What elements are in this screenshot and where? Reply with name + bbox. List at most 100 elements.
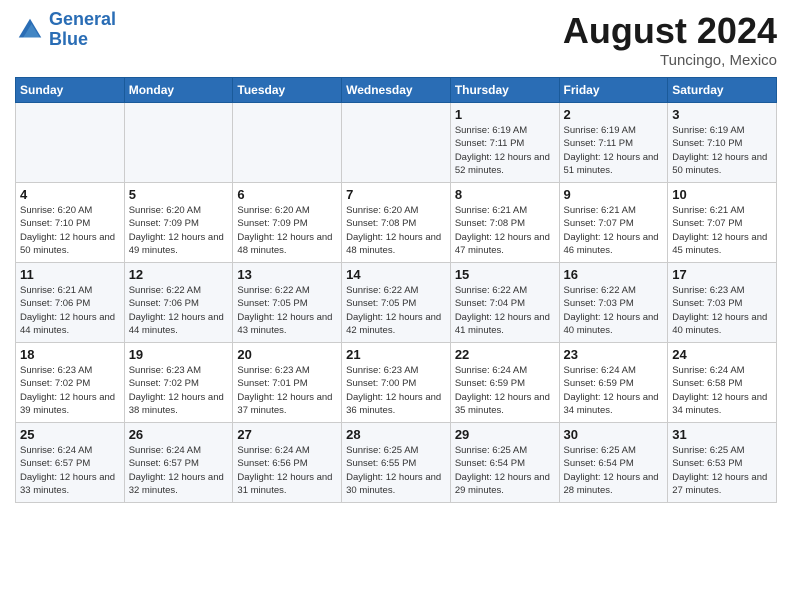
day-info: Sunrise: 6:20 AM Sunset: 7:09 PM Dayligh… — [237, 204, 337, 257]
day-info: Sunrise: 6:24 AM Sunset: 6:59 PM Dayligh… — [455, 364, 555, 417]
calendar-cell: 18 Sunrise: 6:23 AM Sunset: 7:02 PM Dayli… — [16, 343, 125, 423]
day-number: 14 — [346, 267, 446, 282]
calendar-cell: 22 Sunrise: 6:24 AM Sunset: 6:59 PM Dayli… — [450, 343, 559, 423]
calendar-cell: 29 Sunrise: 6:25 AM Sunset: 6:54 PM Dayli… — [450, 423, 559, 503]
day-number: 15 — [455, 267, 555, 282]
header-row: SundayMondayTuesdayWednesdayThursdayFrid… — [16, 78, 777, 103]
calendar-cell: 12 Sunrise: 6:22 AM Sunset: 7:06 PM Dayli… — [124, 263, 233, 343]
calendar-cell: 4 Sunrise: 6:20 AM Sunset: 7:10 PM Daylig… — [16, 183, 125, 263]
day-info: Sunrise: 6:19 AM Sunset: 7:10 PM Dayligh… — [672, 124, 772, 177]
column-header-saturday: Saturday — [668, 78, 777, 103]
day-info: Sunrise: 6:20 AM Sunset: 7:08 PM Dayligh… — [346, 204, 446, 257]
day-number: 20 — [237, 347, 337, 362]
calendar-cell: 8Sunrise: 6:21 AM Sunset: 7:08 PM Daylig… — [450, 183, 559, 263]
day-number: 2 — [564, 107, 664, 122]
calendar-cell: 30 Sunrise: 6:25 AM Sunset: 6:54 PM Dayli… — [559, 423, 668, 503]
day-info: Sunrise: 6:20 AM Sunset: 7:10 PM Dayligh… — [20, 204, 120, 257]
month-title: August 2024 — [563, 10, 777, 52]
day-number: 7 — [346, 187, 446, 202]
calendar-cell: 19 Sunrise: 6:23 AM Sunset: 7:02 PM Dayli… — [124, 343, 233, 423]
day-info: Sunrise: 6:23 AM Sunset: 7:03 PM Dayligh… — [672, 284, 772, 337]
week-row-4: 18 Sunrise: 6:23 AM Sunset: 7:02 PM Dayli… — [16, 343, 777, 423]
day-number: 18 — [20, 347, 120, 362]
day-info: Sunrise: 6:23 AM Sunset: 7:02 PM Dayligh… — [20, 364, 120, 417]
week-row-2: 4 Sunrise: 6:20 AM Sunset: 7:10 PM Daylig… — [16, 183, 777, 263]
day-number: 6 — [237, 187, 337, 202]
calendar-cell: 6 Sunrise: 6:20 AM Sunset: 7:09 PM Daylig… — [233, 183, 342, 263]
calendar-cell: 23Sunrise: 6:24 AM Sunset: 6:59 PM Dayli… — [559, 343, 668, 423]
day-number: 4 — [20, 187, 120, 202]
day-number: 19 — [129, 347, 229, 362]
day-info: Sunrise: 6:24 AM Sunset: 6:57 PM Dayligh… — [20, 444, 120, 497]
day-number: 8 — [455, 187, 555, 202]
title-block: August 2024 Tuncingo, Mexico — [563, 10, 777, 69]
day-number: 21 — [346, 347, 446, 362]
column-header-tuesday: Tuesday — [233, 78, 342, 103]
calendar-cell: 9 Sunrise: 6:21 AM Sunset: 7:07 PM Daylig… — [559, 183, 668, 263]
day-number: 11 — [20, 267, 120, 282]
column-header-friday: Friday — [559, 78, 668, 103]
calendar-cell: 3 Sunrise: 6:19 AM Sunset: 7:10 PM Daylig… — [668, 103, 777, 183]
day-info: Sunrise: 6:25 AM Sunset: 6:53 PM Dayligh… — [672, 444, 772, 497]
calendar-header: SundayMondayTuesdayWednesdayThursdayFrid… — [16, 78, 777, 103]
day-number: 3 — [672, 107, 772, 122]
calendar-cell — [233, 103, 342, 183]
calendar-cell: 2Sunrise: 6:19 AM Sunset: 7:11 PM Daylig… — [559, 103, 668, 183]
calendar-cell: 5Sunrise: 6:20 AM Sunset: 7:09 PM Daylig… — [124, 183, 233, 263]
day-info: Sunrise: 6:22 AM Sunset: 7:05 PM Dayligh… — [237, 284, 337, 337]
day-info: Sunrise: 6:25 AM Sunset: 6:54 PM Dayligh… — [564, 444, 664, 497]
calendar-cell: 24Sunrise: 6:24 AM Sunset: 6:58 PM Dayli… — [668, 343, 777, 423]
day-info: Sunrise: 6:24 AM Sunset: 6:56 PM Dayligh… — [237, 444, 337, 497]
day-number: 10 — [672, 187, 772, 202]
day-number: 27 — [237, 427, 337, 442]
day-info: Sunrise: 6:23 AM Sunset: 7:02 PM Dayligh… — [129, 364, 229, 417]
calendar-cell: 17Sunrise: 6:23 AM Sunset: 7:03 PM Dayli… — [668, 263, 777, 343]
day-info: Sunrise: 6:21 AM Sunset: 7:07 PM Dayligh… — [564, 204, 664, 257]
day-info: Sunrise: 6:19 AM Sunset: 7:11 PM Dayligh… — [455, 124, 555, 177]
day-info: Sunrise: 6:20 AM Sunset: 7:09 PM Dayligh… — [129, 204, 229, 257]
day-number: 25 — [20, 427, 120, 442]
day-number: 13 — [237, 267, 337, 282]
day-info: Sunrise: 6:22 AM Sunset: 7:03 PM Dayligh… — [564, 284, 664, 337]
day-number: 22 — [455, 347, 555, 362]
day-info: Sunrise: 6:23 AM Sunset: 7:01 PM Dayligh… — [237, 364, 337, 417]
calendar-cell: 21Sunrise: 6:23 AM Sunset: 7:00 PM Dayli… — [342, 343, 451, 423]
calendar-cell: 14 Sunrise: 6:22 AM Sunset: 7:05 PM Dayli… — [342, 263, 451, 343]
page-header: General Blue August 2024 Tuncingo, Mexic… — [15, 10, 777, 69]
day-number: 24 — [672, 347, 772, 362]
day-number: 26 — [129, 427, 229, 442]
logo-text: General Blue — [49, 10, 116, 50]
week-row-5: 25 Sunrise: 6:24 AM Sunset: 6:57 PM Dayli… — [16, 423, 777, 503]
calendar-cell: 11Sunrise: 6:21 AM Sunset: 7:06 PM Dayli… — [16, 263, 125, 343]
calendar-cell — [342, 103, 451, 183]
calendar-cell: 13 Sunrise: 6:22 AM Sunset: 7:05 PM Dayli… — [233, 263, 342, 343]
day-number: 1 — [455, 107, 555, 122]
day-info: Sunrise: 6:22 AM Sunset: 7:05 PM Dayligh… — [346, 284, 446, 337]
week-row-3: 11Sunrise: 6:21 AM Sunset: 7:06 PM Dayli… — [16, 263, 777, 343]
day-info: Sunrise: 6:21 AM Sunset: 7:07 PM Dayligh… — [672, 204, 772, 257]
calendar-cell: 16 Sunrise: 6:22 AM Sunset: 7:03 PM Dayli… — [559, 263, 668, 343]
calendar-cell: 28Sunrise: 6:25 AM Sunset: 6:55 PM Dayli… — [342, 423, 451, 503]
day-number: 29 — [455, 427, 555, 442]
calendar-cell: 15Sunrise: 6:22 AM Sunset: 7:04 PM Dayli… — [450, 263, 559, 343]
column-header-thursday: Thursday — [450, 78, 559, 103]
day-number: 28 — [346, 427, 446, 442]
column-header-monday: Monday — [124, 78, 233, 103]
day-info: Sunrise: 6:24 AM Sunset: 6:57 PM Dayligh… — [129, 444, 229, 497]
calendar-cell: 31 Sunrise: 6:25 AM Sunset: 6:53 PM Dayli… — [668, 423, 777, 503]
day-number: 31 — [672, 427, 772, 442]
day-number: 23 — [564, 347, 664, 362]
day-info: Sunrise: 6:22 AM Sunset: 7:06 PM Dayligh… — [129, 284, 229, 337]
calendar-cell — [16, 103, 125, 183]
day-info: Sunrise: 6:25 AM Sunset: 6:54 PM Dayligh… — [455, 444, 555, 497]
calendar-cell — [124, 103, 233, 183]
day-number: 16 — [564, 267, 664, 282]
day-number: 30 — [564, 427, 664, 442]
column-header-sunday: Sunday — [16, 78, 125, 103]
calendar-cell: 20 Sunrise: 6:23 AM Sunset: 7:01 PM Dayli… — [233, 343, 342, 423]
calendar-cell: 25 Sunrise: 6:24 AM Sunset: 6:57 PM Dayli… — [16, 423, 125, 503]
day-number: 12 — [129, 267, 229, 282]
day-number: 9 — [564, 187, 664, 202]
calendar-cell: 7 Sunrise: 6:20 AM Sunset: 7:08 PM Daylig… — [342, 183, 451, 263]
column-header-wednesday: Wednesday — [342, 78, 451, 103]
